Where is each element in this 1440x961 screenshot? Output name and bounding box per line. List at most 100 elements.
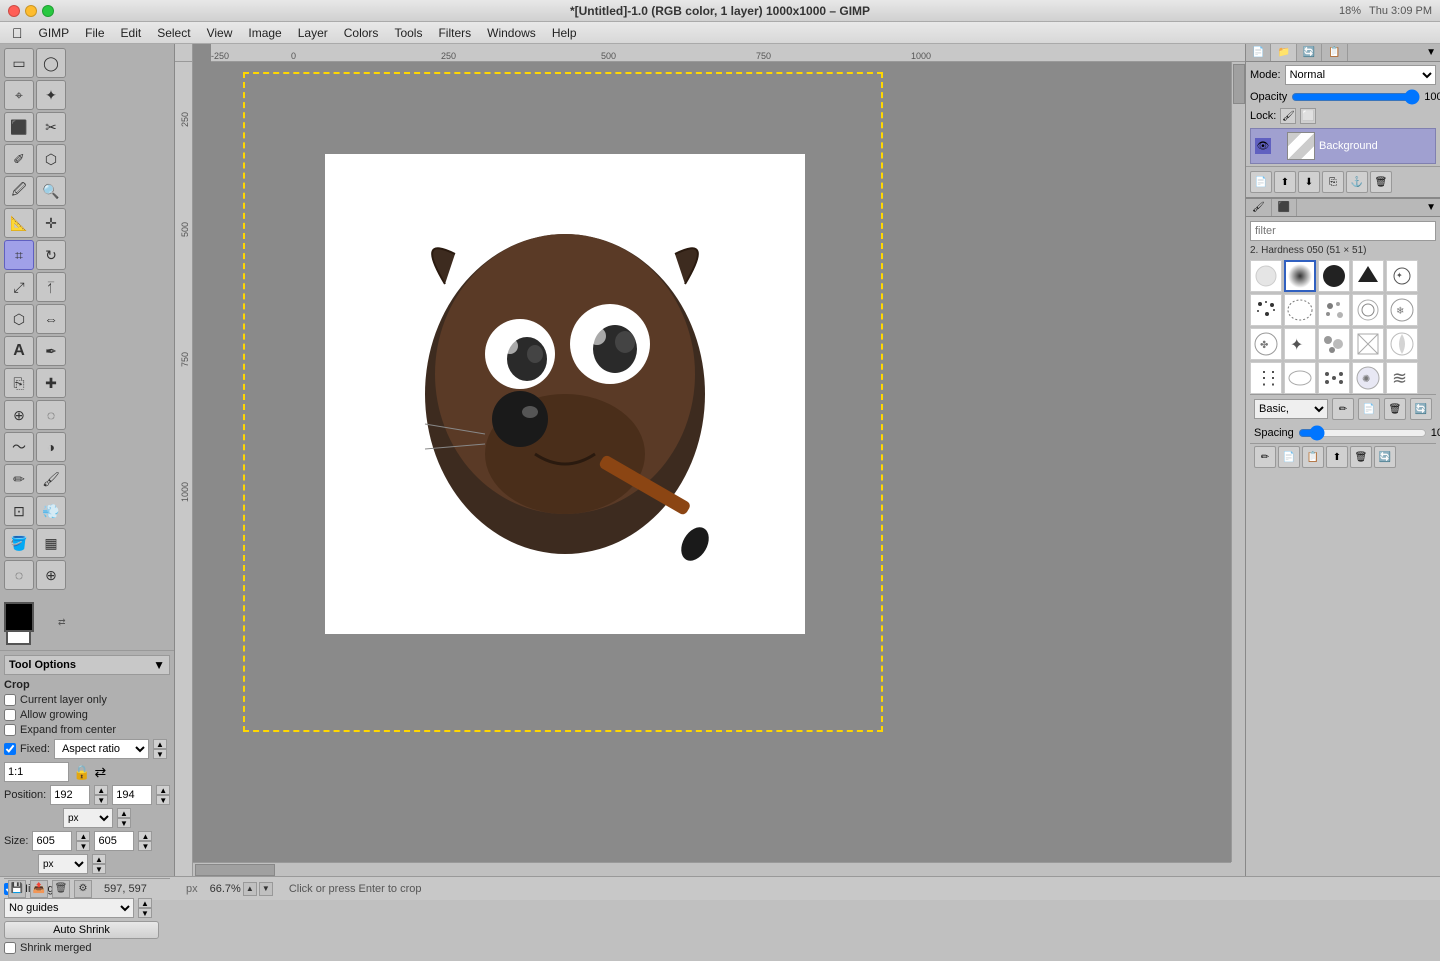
lock-alpha-btn[interactable]: ⬜ (1300, 108, 1316, 124)
flip-tool[interactable]: ⇔ (36, 304, 66, 334)
brush-item-10[interactable]: ❄ (1386, 294, 1418, 326)
size-w-up[interactable]: ▲ (76, 831, 90, 841)
expand-from-center-checkbox[interactable] (4, 724, 16, 736)
layers-tab-collapse[interactable]: ▼ (1422, 44, 1440, 61)
smudge-tool[interactable]: 〜 (4, 432, 34, 462)
brush-item-15[interactable] (1386, 328, 1418, 360)
dodge-burn-tool[interactable]: ◑ (36, 432, 66, 462)
swap-colors-icon[interactable]: ⇄ (58, 617, 66, 628)
rotate-tool[interactable]: ↻ (36, 240, 66, 270)
menu-colors[interactable]: Colors (336, 24, 387, 42)
ellipse-select-tool[interactable]: ◯ (36, 48, 66, 78)
layer-anchor-btn[interactable]: ⚓ (1346, 171, 1368, 193)
menu-image[interactable]: Image (240, 24, 289, 42)
menu-select[interactable]: Select (149, 24, 198, 42)
brush-tab-collapse[interactable]: ▼ (1422, 199, 1440, 216)
pencil-tool[interactable]: ✏ (4, 464, 34, 494)
size-w-down[interactable]: ▼ (76, 841, 90, 851)
measure-tool[interactable]: 📐 (4, 208, 34, 238)
fixed-checkbox[interactable] (4, 743, 16, 755)
color-select-tool[interactable]: ⬛ (4, 112, 34, 142)
mode-select[interactable]: Normal (1285, 65, 1436, 85)
menu-help[interactable]: Help (544, 24, 585, 42)
hscrollbar-thumb[interactable] (195, 864, 275, 876)
size-w-input[interactable] (32, 831, 72, 851)
brush-item-11[interactable]: ✤ (1250, 328, 1282, 360)
layers-tab-icon1[interactable]: 📄 (1246, 44, 1271, 61)
fixed-value-swap[interactable]: ⇄ (94, 764, 106, 781)
tool-options-collapse[interactable]: ▼ (153, 658, 165, 672)
window-controls[interactable] (8, 5, 54, 17)
layer-visibility-toggle[interactable]: 👁 (1255, 138, 1271, 154)
brush-tab-patterns[interactable]: ⬛ (1272, 199, 1297, 216)
size-h-down[interactable]: ▼ (138, 841, 152, 851)
layer-raise-btn[interactable]: ⬆ (1274, 171, 1296, 193)
heal-tool[interactable]: ✚ (36, 368, 66, 398)
paths-tool[interactable]: ⬡ (36, 144, 66, 174)
brush-item-18[interactable] (1318, 362, 1350, 394)
menu-view[interactable]: View (199, 24, 241, 42)
statusbar-prefs-btn[interactable]: ⚙ (74, 880, 92, 898)
layer-duplicate-btn[interactable]: ⎘ (1322, 171, 1344, 193)
brush-item-1[interactable] (1250, 260, 1282, 292)
unit-up[interactable]: ▲ (117, 808, 131, 818)
brush-item-20[interactable]: ≋ (1386, 362, 1418, 394)
perspective-clone-tool[interactable]: ⊕ (4, 400, 34, 430)
size-h-up[interactable]: ▲ (138, 831, 152, 841)
brush-category-select[interactable]: Basic, (1254, 399, 1328, 419)
vscrollbar-thumb[interactable] (1233, 64, 1245, 104)
size-unit-up[interactable]: ▲ (92, 854, 106, 864)
foreground-color[interactable] (4, 602, 34, 632)
spacing-slider[interactable] (1298, 425, 1427, 441)
unit-down[interactable]: ▼ (117, 818, 131, 828)
brush-action-1[interactable]: ✏ (1254, 446, 1276, 468)
menu-windows[interactable]: Windows (479, 24, 544, 42)
clone-tool[interactable]: ⎘ (4, 368, 34, 398)
fixed-spin-down[interactable]: ▼ (153, 749, 167, 759)
fixed-value-lock[interactable]: 🔒 (73, 764, 90, 781)
brush-item-4[interactable] (1352, 260, 1384, 292)
brush-item-5[interactable]: ✦ (1386, 260, 1418, 292)
zoom-tool[interactable]: 🔍 (36, 176, 66, 206)
canvas-container[interactable] (243, 72, 883, 732)
canvas-inner[interactable] (193, 62, 1245, 876)
pos-x-up[interactable]: ▲ (94, 785, 108, 795)
fixed-select[interactable]: Aspect ratio (54, 739, 149, 759)
paintbrush-tool[interactable]: 🖌 (36, 464, 66, 494)
opacity-slider[interactable] (1291, 90, 1420, 104)
shrink-merged-checkbox[interactable] (4, 942, 16, 954)
menu-layer[interactable]: Layer (290, 24, 336, 42)
size-unit-select[interactable]: px (38, 854, 88, 874)
brush-item-6[interactable] (1250, 294, 1282, 326)
pos-x-down[interactable]: ▼ (94, 795, 108, 805)
maximize-button[interactable] (42, 5, 54, 17)
brush-delete-btn[interactable]: 🗑 (1384, 398, 1406, 420)
minimize-button[interactable] (25, 5, 37, 17)
brush-refresh-btn[interactable]: 🔄 (1410, 398, 1432, 420)
vscrollbar[interactable] (1231, 62, 1245, 862)
brush-item-8[interactable] (1318, 294, 1350, 326)
brush-action-4[interactable]: ⬆ (1326, 446, 1348, 468)
scale-tool[interactable]: ⤢ (4, 272, 34, 302)
position-y-input[interactable] (112, 785, 152, 805)
brush-item-17[interactable] (1284, 362, 1316, 394)
move-tool[interactable]: ✛ (36, 208, 66, 238)
brush-item-2[interactable] (1284, 260, 1316, 292)
lock-pixels-btn[interactable]: 🖌 (1280, 108, 1296, 124)
rectangle-select-tool[interactable]: ▭ (4, 48, 34, 78)
blur-tool[interactable]: ◌ (36, 400, 66, 430)
menu-filters[interactable]: Filters (430, 24, 479, 42)
layers-tab-icon2[interactable]: 📁 (1271, 44, 1296, 61)
guides-select[interactable]: No guides (4, 898, 134, 918)
allow-growing-checkbox[interactable] (4, 709, 16, 721)
convolve-tool[interactable]: ◌ (4, 560, 34, 590)
brush-item-12[interactable]: ✦ (1284, 328, 1316, 360)
position-x-input[interactable] (50, 785, 90, 805)
free-select-tool[interactable]: ⌖ (4, 80, 34, 110)
airbrush-tool[interactable]: 💨 (36, 496, 66, 526)
heal2-tool[interactable]: ⊕ (36, 560, 66, 590)
blend-tool[interactable]: ▦ (36, 528, 66, 558)
statusbar-save-btn[interactable]: 💾 (8, 880, 26, 898)
close-button[interactable] (8, 5, 20, 17)
brush-item-9[interactable] (1352, 294, 1384, 326)
